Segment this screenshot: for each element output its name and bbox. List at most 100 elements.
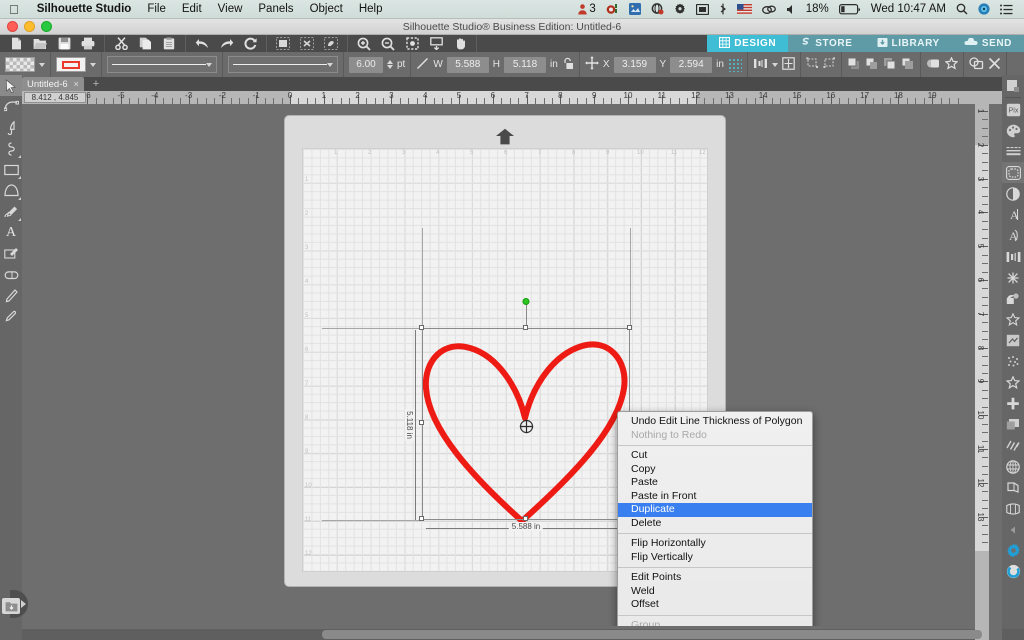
panel-fill-color[interactable] bbox=[1002, 120, 1024, 141]
menu-offset[interactable]: Offset bbox=[618, 598, 812, 612]
resize-handle-top-right[interactable] bbox=[627, 325, 632, 330]
menu-delete[interactable]: Delete bbox=[618, 517, 812, 531]
display-icon[interactable] bbox=[691, 3, 714, 15]
line-thickness-input[interactable] bbox=[349, 56, 383, 73]
app-icon[interactable] bbox=[601, 3, 624, 15]
copy-button[interactable] bbox=[133, 35, 157, 52]
fill-color-swatch[interactable] bbox=[5, 57, 35, 72]
panel-nesting[interactable] bbox=[1002, 435, 1024, 456]
battery-icon[interactable] bbox=[834, 3, 866, 15]
library-folder-button[interactable] bbox=[2, 598, 20, 614]
close-window-button[interactable] bbox=[7, 21, 18, 32]
panel-trace[interactable] bbox=[1002, 162, 1024, 183]
redo-button[interactable] bbox=[214, 35, 238, 52]
bluetooth-icon[interactable] bbox=[714, 3, 732, 15]
panel-line-style[interactable] bbox=[1002, 141, 1024, 162]
tool-draw-submenu-icon[interactable] bbox=[18, 218, 21, 221]
horizontal-ruler[interactable]: -6 -5 -4 -3 -2 -1 0 1 2 3 4 5 6 7 8 9 10 11 12 13 14 15 16 17 18… bbox=[22, 91, 1002, 104]
tool-draw[interactable] bbox=[0, 201, 22, 222]
panel-warp[interactable] bbox=[1002, 456, 1024, 477]
shape-anchor-icon[interactable] bbox=[519, 419, 534, 439]
menu-help[interactable]: Help bbox=[351, 3, 391, 15]
fit-to-window-button[interactable] bbox=[424, 35, 448, 52]
fill-chevron-down-icon[interactable] bbox=[39, 62, 45, 67]
maximize-window-button[interactable] bbox=[41, 21, 52, 32]
deselect-all-button[interactable] bbox=[295, 35, 319, 52]
select-all-button[interactable] bbox=[271, 35, 295, 52]
panel-conical-warp[interactable] bbox=[1002, 498, 1024, 519]
align-icon[interactable] bbox=[753, 57, 768, 73]
panel-sketch[interactable] bbox=[1002, 330, 1024, 351]
menu-undo[interactable]: Undo Edit Line Thickness of Polygon bbox=[618, 415, 812, 429]
tool-text[interactable]: A bbox=[0, 222, 22, 243]
menu-edit[interactable]: Edit bbox=[174, 3, 210, 15]
menu-view[interactable]: View bbox=[210, 3, 251, 15]
clock-label[interactable]: Wed 10:47 AM bbox=[866, 3, 951, 15]
resize-handle-top-center[interactable] bbox=[523, 325, 528, 330]
panel-page-setup[interactable] bbox=[1002, 75, 1024, 96]
line-chevron-down-icon[interactable] bbox=[90, 62, 96, 67]
panel-transform[interactable] bbox=[1002, 267, 1024, 288]
panel-replicate[interactable] bbox=[1002, 288, 1024, 309]
menu-flip-horizontally[interactable]: Flip Horizontally bbox=[618, 537, 812, 551]
zoom-selection-button[interactable] bbox=[400, 35, 424, 52]
anchor-grid-icon[interactable] bbox=[727, 57, 742, 72]
line-style-chevron-down-icon[interactable] bbox=[206, 62, 212, 67]
siri-icon[interactable] bbox=[973, 3, 995, 15]
tool-sketch[interactable] bbox=[0, 243, 22, 264]
send-back-icon[interactable] bbox=[901, 57, 915, 73]
design-canvas[interactable]: 1 2 3 4 5 6 7 8 9 10 11 12 1 2 3 4 5 6 7… bbox=[22, 104, 975, 626]
refresh-button[interactable] bbox=[238, 35, 262, 52]
height-value[interactable]: 5.118 bbox=[504, 56, 547, 73]
menu-copy[interactable]: Copy bbox=[618, 463, 812, 477]
tool-polygon-submenu-icon[interactable] bbox=[18, 197, 21, 200]
x-value[interactable]: 3.159 bbox=[613, 56, 656, 73]
menu-weld[interactable]: Weld bbox=[618, 585, 812, 599]
us-flag-icon[interactable] bbox=[732, 4, 757, 14]
tool-spline[interactable] bbox=[0, 138, 22, 159]
line-end-dropdown[interactable] bbox=[228, 56, 338, 73]
lock-aspect-icon[interactable] bbox=[562, 57, 574, 73]
panel-effects[interactable] bbox=[1002, 309, 1024, 330]
document-tab[interactable]: Untitled-6 × bbox=[22, 77, 84, 91]
panel-knockout[interactable] bbox=[1002, 393, 1024, 414]
menu-edit-points[interactable]: Edit Points bbox=[618, 571, 812, 585]
y-value[interactable]: 2.594 bbox=[670, 56, 713, 73]
menu-paste[interactable]: Paste bbox=[618, 476, 812, 490]
line-color-swatch[interactable] bbox=[56, 57, 86, 72]
menu-app-name[interactable]: Silhouette Studio bbox=[29, 3, 140, 15]
panel-align[interactable] bbox=[1002, 246, 1024, 267]
star-icon[interactable] bbox=[944, 55, 959, 73]
panel-stipple[interactable] bbox=[1002, 351, 1024, 372]
zoom-in-button[interactable] bbox=[352, 35, 376, 52]
send-backward-icon[interactable] bbox=[883, 57, 897, 73]
tab-store[interactable]: STORE bbox=[788, 35, 865, 52]
panel-text-path[interactable]: A bbox=[1002, 225, 1024, 246]
horizontal-scrollbar[interactable] bbox=[22, 629, 982, 640]
panel-text-style[interactable]: A bbox=[1002, 204, 1024, 225]
zoom-out-button[interactable] bbox=[376, 35, 400, 52]
panel-pixscan[interactable]: Pix bbox=[1002, 99, 1024, 120]
tool-select[interactable] bbox=[0, 75, 22, 96]
horizontal-scrollbar-thumb[interactable] bbox=[322, 630, 982, 639]
tab-design[interactable]: DESIGN bbox=[707, 35, 789, 52]
plus-icon[interactable]: + bbox=[90, 78, 102, 90]
open-button[interactable] bbox=[28, 35, 52, 52]
minimize-window-button[interactable] bbox=[24, 21, 35, 32]
line-end-chevron-down-icon[interactable] bbox=[327, 62, 333, 67]
vertical-ruler[interactable]: 1 2 3 4 5 6 7 8 9 10 11 12 13 bbox=[975, 104, 989, 640]
tool-polygon[interactable] bbox=[0, 180, 22, 201]
tool-rectangle-submenu-icon[interactable] bbox=[18, 176, 21, 179]
speaker-icon[interactable] bbox=[781, 4, 801, 15]
print-button[interactable] bbox=[76, 35, 100, 52]
close-x-icon[interactable] bbox=[988, 57, 1001, 73]
photo-icon[interactable] bbox=[624, 3, 646, 15]
select-by-color-button[interactable] bbox=[319, 35, 343, 52]
undo-button[interactable] bbox=[190, 35, 214, 52]
modify-shapes-icon[interactable] bbox=[969, 56, 984, 73]
menu-panels[interactable]: Panels bbox=[250, 3, 301, 15]
tool-edit-points[interactable] bbox=[0, 96, 22, 117]
rotate-handle[interactable] bbox=[522, 298, 530, 305]
bring-forward-icon[interactable] bbox=[865, 57, 879, 73]
align-chevron-down-icon[interactable] bbox=[771, 62, 778, 67]
